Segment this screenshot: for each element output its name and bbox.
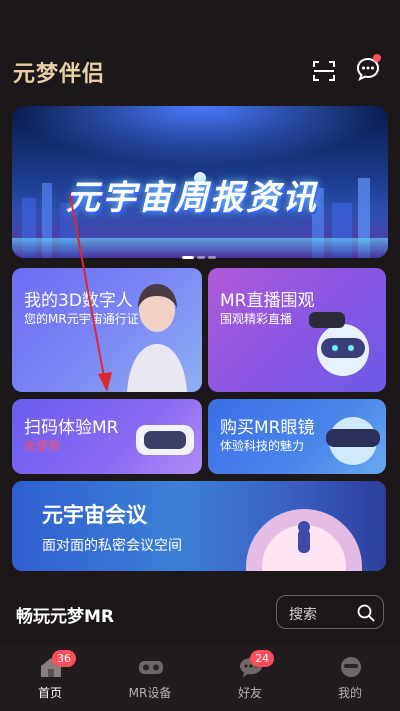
tab-home[interactable]: 36 首页	[0, 644, 100, 711]
card-title: 购买MR眼镜	[220, 418, 315, 438]
card-subtitle: 体验科技的魅力	[220, 439, 305, 453]
tab-mr-device[interactable]: MR设备	[100, 644, 200, 711]
profile-icon	[341, 657, 361, 677]
card-title: 元宇宙会议	[42, 503, 147, 527]
news-banner[interactable]: 元宇宙周报资讯	[12, 106, 388, 258]
banner-pagination	[182, 244, 219, 263]
search-icon[interactable]	[356, 603, 376, 623]
tab-label: MR设备	[128, 686, 172, 700]
tab-friends[interactable]: 24 好友	[200, 644, 300, 711]
banner-sky	[12, 106, 388, 166]
scan-mr-card[interactable]: 扫码体验MR 未使用	[12, 399, 202, 474]
vr-headset-icon	[136, 425, 194, 455]
mr-live-card[interactable]: MR直播围观 围观精彩直播	[208, 268, 386, 392]
pagination-dot	[197, 256, 205, 259]
search-placeholder: 搜索	[289, 607, 317, 623]
friends-badge: 24	[250, 650, 274, 667]
card-subtitle: 面对面的私密会议空间	[42, 538, 182, 554]
bottom-tab-bar: 36 首页 MR设备 24 好友 我的	[0, 644, 400, 711]
app-header: 元梦伴侣	[0, 0, 400, 100]
tab-profile[interactable]: 我的	[300, 644, 400, 711]
section-title: 畅玩元梦MR	[16, 607, 115, 627]
pagination-dot	[208, 256, 216, 259]
digital-human-card[interactable]: 我的3D数字人 您的MR元宇宙通行证	[12, 268, 202, 392]
robot-glasses-icon	[326, 417, 380, 465]
home-badge: 36	[52, 650, 76, 667]
tab-label: 好友	[237, 686, 262, 700]
notification-dot	[373, 54, 381, 62]
usage-status: 未使用	[24, 439, 61, 453]
meeting-card[interactable]: 元宇宙会议 面对面的私密会议空间	[12, 481, 386, 571]
buy-glasses-card[interactable]: 购买MR眼镜 体验科技的魅力	[208, 399, 386, 474]
digital-avatar-illustration	[127, 284, 187, 392]
tab-label: 首页	[37, 686, 62, 700]
app-logo: 元梦伴侣	[13, 61, 106, 87]
tab-label: 我的	[337, 686, 362, 700]
pagination-dot	[182, 256, 194, 259]
card-title: MR直播围观	[220, 291, 315, 311]
planet-astronaut-illustration	[246, 509, 362, 571]
scan-icon[interactable]	[311, 58, 337, 84]
card-subtitle: 围观精彩直播	[220, 312, 293, 326]
card-title: 扫码体验MR	[24, 418, 119, 438]
search-box[interactable]: 搜索	[276, 595, 384, 629]
vr-headset-icon	[139, 661, 163, 674]
banner-title: 元宇宙周报资讯	[66, 178, 318, 218]
robot-vr-illustration	[309, 312, 369, 376]
